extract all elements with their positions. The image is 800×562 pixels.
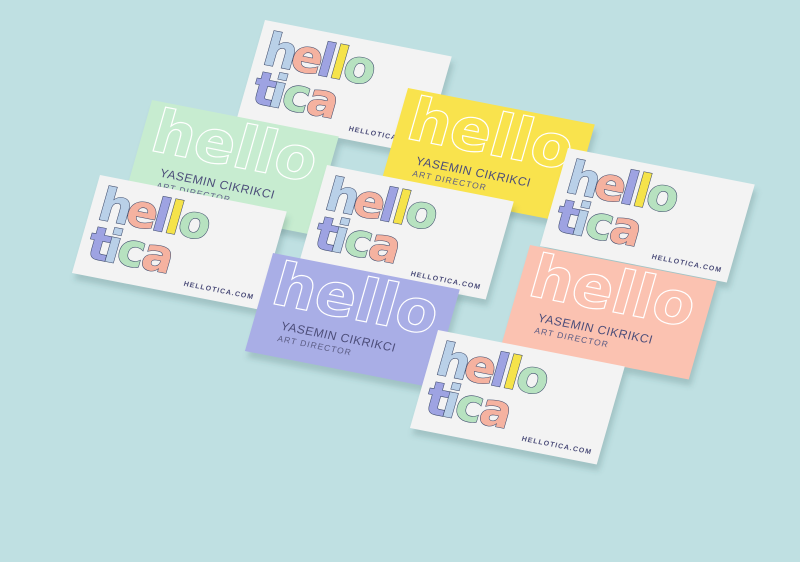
business-card-mockup: helloticaHELLOTICA.COMhelloYASEMIN CIKRI… <box>0 0 800 562</box>
